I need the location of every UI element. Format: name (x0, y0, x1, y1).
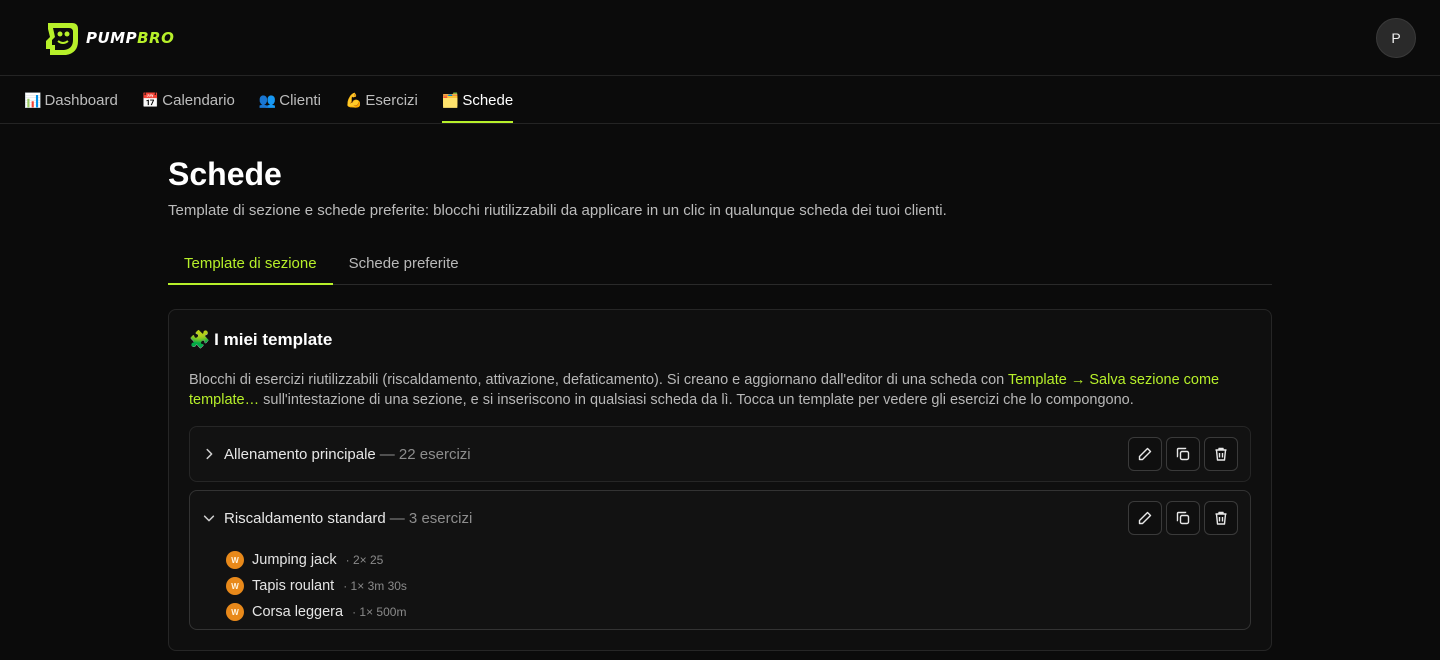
warmup-badge-icon: W (226, 551, 244, 569)
page-subtitle: Template di sezione e schede preferite: … (168, 202, 947, 219)
page-title: Schede (168, 156, 282, 192)
exercise-name: Corsa leggera (252, 604, 344, 620)
muscle-icon: 💪 (344, 91, 363, 108)
edit-template-button[interactable] (1128, 437, 1162, 471)
calendar-icon: 📅 (141, 91, 160, 108)
template-count: — 3 esercizi (389, 509, 473, 527)
chart-icon: 📊 (24, 91, 42, 108)
exercise-detail: · 1× 500m (352, 605, 407, 619)
card-description: Blocchi di esercizi riutilizzabili (risc… (189, 372, 1220, 408)
template-row[interactable]: Allenamento principale — 22 esercizi (189, 426, 1251, 482)
warmup-badge-icon: W (226, 603, 244, 621)
nav-item-calendario[interactable]: 📅 Calendario (142, 77, 235, 123)
copy-icon (1176, 447, 1190, 461)
template-row-header[interactable]: Riscaldamento standard — 3 esercizi (190, 491, 1250, 545)
trash-icon (1215, 511, 1227, 525)
templates-card: 🧩 I miei template Blocchi di esercizi ri… (168, 309, 1272, 651)
nav-item-schede[interactable]: 🗂️ Schede (441, 77, 514, 123)
copy-icon (1176, 511, 1190, 525)
nav-label: Dashboard (44, 91, 118, 109)
nav-label: Clienti (279, 91, 321, 109)
exercise-name: Tapis roulant (252, 578, 335, 594)
folder-icon: 🗂️ (441, 91, 460, 108)
exercise-item: W Tapis roulant · 1× 3m 30s (226, 573, 407, 599)
tab-schede-preferite[interactable]: Schede preferite (333, 243, 475, 284)
pencil-icon (1138, 511, 1152, 525)
card-title: 🧩 I miei template (189, 330, 1251, 350)
pencil-icon (1138, 447, 1152, 461)
exercise-detail: · 2× 25 (345, 553, 384, 567)
template-name: Allenamento principale (224, 445, 376, 463)
tab-template-di-sezione[interactable]: Template di sezione (168, 243, 333, 285)
template-count: — 22 esercizi (379, 445, 471, 463)
brand-mascot-icon (46, 22, 78, 55)
trash-icon (1215, 447, 1227, 461)
template-row-header[interactable]: Allenamento principale — 22 esercizi (190, 427, 1250, 481)
edit-template-button[interactable] (1128, 501, 1162, 535)
duplicate-template-button[interactable] (1166, 501, 1200, 535)
tab-bar: Template di sezione Schede preferite (168, 243, 1272, 285)
brand-logo[interactable]: PUMPBRO (42, 19, 174, 57)
nav-item-clienti[interactable]: 👥 Clienti (259, 77, 321, 123)
chevron-down-icon[interactable] (202, 511, 216, 525)
exercise-detail: · 1× 3m 30s (343, 579, 407, 593)
top-bar: PUMPBRO P (0, 0, 1440, 76)
chevron-right-icon[interactable] (202, 447, 216, 461)
template-row[interactable]: Riscaldamento standard — 3 esercizi W Ju… (189, 490, 1251, 630)
nav-label: Schede (462, 91, 514, 109)
duplicate-template-button[interactable] (1166, 437, 1200, 471)
nav-label: Esercizi (365, 91, 418, 109)
template-actions (1128, 437, 1238, 471)
exercise-list: W Jumping jack · 2× 25 W Tapis roulant ·… (226, 547, 407, 625)
card-title-text: I miei template (214, 330, 333, 349)
people-icon: 👥 (258, 91, 277, 108)
main-content: Schede Template di sezione e schede pref… (168, 124, 1272, 651)
exercise-item: W Jumping jack · 2× 25 (226, 547, 407, 573)
template-actions (1128, 501, 1238, 535)
delete-template-button[interactable] (1204, 501, 1238, 535)
puzzle-icon: 🧩 (189, 330, 211, 349)
nav-item-esercizi[interactable]: 💪 Esercizi (345, 77, 418, 123)
template-name: Riscaldamento standard (224, 509, 386, 527)
main-nav: 📊 Dashboard 📅 Calendario 👥 Clienti 💪 Ese… (0, 77, 1440, 124)
exercise-item: W Corsa leggera · 1× 500m (226, 599, 407, 625)
nav-label: Calendario (162, 91, 235, 109)
nav-item-dashboard[interactable]: 📊 Dashboard (24, 77, 118, 123)
warmup-badge-icon: W (226, 577, 244, 595)
exercise-name: Jumping jack (252, 552, 337, 568)
user-avatar[interactable]: P (1376, 17, 1416, 58)
delete-template-button[interactable] (1204, 437, 1238, 471)
brand-name: PUMPBRO (86, 28, 175, 47)
